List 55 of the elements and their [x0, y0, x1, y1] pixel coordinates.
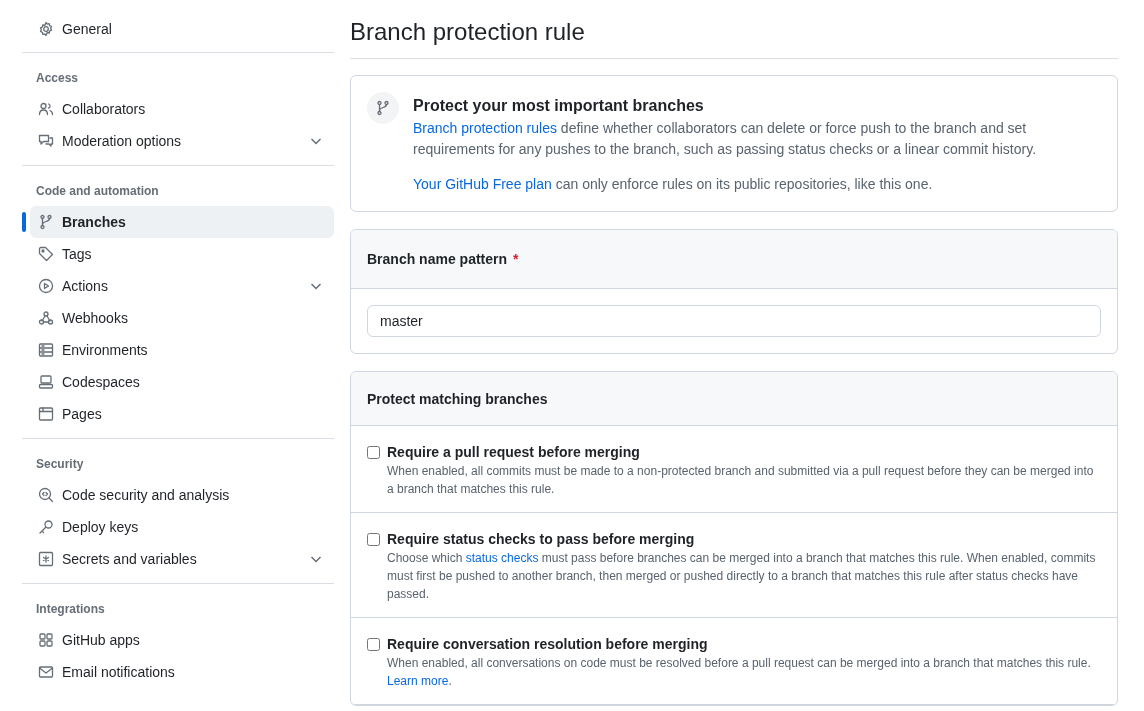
branch-icon: [367, 92, 399, 124]
section-heading: Security: [35, 456, 85, 473]
section-heading: Access: [35, 70, 80, 87]
webhook-icon: [38, 310, 54, 326]
browser-window-icon: [38, 406, 54, 422]
sidebar-item[interactable]: Email notifications: [30, 656, 334, 688]
page-title: Branch protection rule: [350, 14, 1118, 59]
link[interactable]: status checks: [465, 551, 539, 565]
sidebar-item[interactable]: Collaborators: [30, 93, 334, 125]
speech-bubbles-icon: [38, 133, 54, 149]
people-icon: [38, 101, 54, 117]
sidebar-item[interactable]: Code security and analysis: [30, 479, 334, 511]
sidebar-item[interactable]: Webhooks: [30, 302, 334, 334]
sidebar-item[interactable]: Secrets and variables: [30, 543, 334, 575]
card-title: Protect your most important branches: [413, 96, 705, 116]
rule-title: Require status checks to pass before merging: [387, 530, 696, 549]
gear-icon: [38, 21, 54, 37]
section-heading: Integrations: [35, 601, 106, 618]
asterisk-box-icon: [38, 551, 54, 567]
sidebar-item[interactable]: Actions: [30, 270, 334, 302]
branch-icon: [38, 214, 54, 230]
sidebar-item[interactable]: Environments: [30, 334, 334, 366]
key-icon: [38, 519, 54, 535]
magnifier-code-icon: [38, 487, 54, 503]
sidebar-item[interactable]: General: [30, 13, 334, 45]
description-text: Your GitHub Free plan can only enforce rules on its public repositories, like this one.: [413, 175, 934, 194]
checkbox[interactable]: [367, 533, 380, 546]
rule-description: When enabled, all conversations on code must be resolved before a pull request can be merged into a branch that matches this rule. Learn more.: [387, 655, 1092, 690]
sidebar-item[interactable]: Codespaces: [30, 366, 334, 398]
laptop-icon: [38, 374, 54, 390]
rule-title: Require a pull request before merging: [387, 443, 641, 462]
description-text: Branch protection rules define whether collaborators can delete or force push to the branch and set requirements for any pushes to the branch, such as passing status checks or a linear commit history.: [413, 119, 1038, 159]
selection-indicator: [22, 212, 26, 232]
sidebar-item[interactable]: Pages: [30, 398, 334, 430]
server-icon: [38, 342, 54, 358]
grid-icon: [38, 632, 54, 648]
sidebar-item[interactable]: Moderation options: [30, 125, 334, 157]
checkbox[interactable]: [367, 638, 380, 651]
checkbox[interactable]: [367, 446, 380, 459]
sidebar-item[interactable]: Deploy keys: [30, 511, 334, 543]
field-label: Branch name pattern: [367, 251, 508, 267]
sidebar-item[interactable]: Tags: [30, 238, 334, 270]
sidebar-item[interactable]: GitHub apps: [30, 624, 334, 656]
play-circle-icon: [38, 278, 54, 294]
rule-title: Require conversation resolution before merging: [387, 635, 709, 654]
required-mark: *: [513, 251, 519, 267]
rule-description: When enabled, all commits must be made to a non-protected branch and submitted via a pull request before they can be merged into a branch that matches this rule.: [387, 463, 1095, 498]
section-heading: Code and automation: [35, 183, 160, 200]
pattern-input-field[interactable]: master: [367, 305, 1101, 337]
rule-description: Choose which status checks must pass before branches can be merged into a branch that matches this rule. When enabled, commits must first be pushed to another branch, then merged or pushed directly to a branch that matches this rule after status checks have passed.: [387, 550, 1097, 603]
section-heading: Protect matching branches: [367, 390, 548, 407]
tag-icon: [38, 246, 54, 262]
link[interactable]: Branch protection rules: [413, 120, 557, 136]
envelope-icon: [38, 664, 54, 680]
link[interactable]: Your GitHub Free plan: [413, 176, 552, 192]
